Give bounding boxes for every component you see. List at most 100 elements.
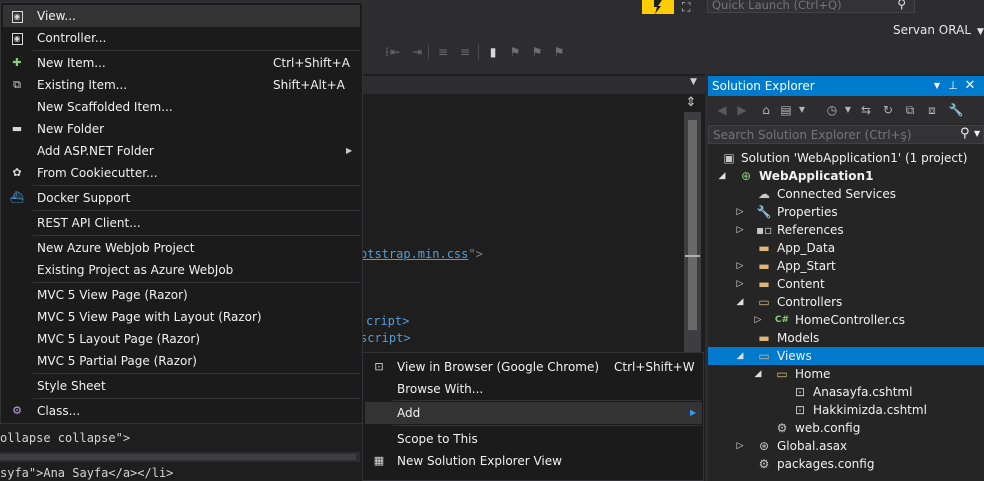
code-line: script> xyxy=(360,331,411,345)
uncomment-icon[interactable]: ≡ xyxy=(458,45,472,59)
collapse-arrow-icon[interactable]: ◢ xyxy=(735,295,745,309)
tree-item-app-start[interactable]: ▷ ▬ App_Start xyxy=(708,257,984,275)
panel-title: Solution Explorer xyxy=(712,79,815,93)
search-icon[interactable]: ⚲ xyxy=(897,0,906,11)
menu-item-new-solution-explorer-view[interactable]: ▦ New Solution Explorer View xyxy=(363,450,703,472)
home-icon[interactable]: ⌂ xyxy=(758,102,774,118)
sync-with-document-icon[interactable]: ⇆ xyxy=(858,102,874,118)
tree-item-project[interactable]: ◢ ⊕ WebApplication1 xyxy=(708,167,984,185)
menu-item-add-aspnet-folder[interactable]: Add ASP.NET Folder ▶ xyxy=(1,140,362,162)
solution-explorer-search-input[interactable] xyxy=(713,127,953,142)
tree-item-controllers[interactable]: ◢ ▭ Controllers xyxy=(708,293,984,311)
menu-item-label: MVC 5 View Page with Layout (Razor) xyxy=(37,310,262,324)
switch-views-icon[interactable]: ▤ xyxy=(778,102,794,118)
menu-item-class[interactable]: ⚙ Class... xyxy=(1,400,362,422)
expand-arrow-icon[interactable]: ▷ xyxy=(735,439,745,453)
account-icon[interactable]: ⛶ xyxy=(682,0,702,14)
feedback-badge[interactable] xyxy=(642,0,674,14)
collapse-all-icon[interactable]: ⧉ xyxy=(902,102,918,118)
search-icon[interactable]: ⚲ xyxy=(960,126,970,141)
pending-changes-filter-icon[interactable]: ◷ xyxy=(824,102,840,118)
properties-icon[interactable]: 🔧 xyxy=(948,102,964,118)
tree-item-homecontroller[interactable]: ▷ C# HomeController.cs xyxy=(708,311,984,329)
tree-item-label: Models xyxy=(777,331,820,345)
tree-item-web-config[interactable]: ⚙ web.config xyxy=(708,419,984,437)
pin-icon[interactable]: ⊥ xyxy=(946,78,960,94)
tab-list-dropdown-icon[interactable]: ▼ xyxy=(690,77,697,87)
comment-out-icon[interactable]: ≡ xyxy=(436,45,450,59)
forward-icon[interactable]: ▶ xyxy=(734,102,750,118)
window-position-dropdown-icon[interactable]: ▼ xyxy=(930,78,944,94)
solution-explorer-search[interactable]: ⚲ ▼ xyxy=(708,125,984,144)
close-icon[interactable]: ✕ xyxy=(963,78,977,94)
menu-item-mvc5-view-page-with-layout[interactable]: MVC 5 View Page with Layout (Razor) xyxy=(1,306,362,328)
tree-item-connected-services[interactable]: ☁ Connected Services xyxy=(708,185,984,203)
chevron-down-icon[interactable]: ▼ xyxy=(794,102,810,118)
show-all-files-icon[interactable]: ⧈ xyxy=(924,102,940,118)
menu-item-new-folder[interactable]: ▬ New Folder xyxy=(1,118,362,140)
expand-arrow-icon[interactable]: ▷ xyxy=(735,277,745,291)
tree-item-hakkimizda[interactable]: ⊡ Hakkimizda.cshtml xyxy=(708,401,984,419)
tree-item-packages-config[interactable]: ⚙ packages.config xyxy=(708,455,984,473)
menu-item-browse-with[interactable]: Browse With... xyxy=(363,378,703,400)
tree-item-properties[interactable]: ▷ 🔧 Properties xyxy=(708,203,984,221)
tree-item-home[interactable]: ◢ ▭ Home xyxy=(708,365,984,383)
tree-item-models[interactable]: ▬ Models xyxy=(708,329,984,347)
refresh-icon[interactable]: ↻ xyxy=(880,102,896,118)
tree-item-content[interactable]: ▷ ▬ Content xyxy=(708,275,984,293)
menu-item-mvc5-layout-page[interactable]: MVC 5 Layout Page (Razor) xyxy=(1,328,362,350)
menu-item-new-azure-webjob-project[interactable]: New Azure WebJob Project xyxy=(1,237,362,259)
menu-item-view-in-browser[interactable]: ⊡ View in Browser (Google Chrome) Ctrl+S… xyxy=(363,356,703,378)
tree-item-views[interactable]: ◢ ▭ Views xyxy=(708,347,984,365)
menu-item-from-cookiecutter[interactable]: ✿ From Cookiecutter... xyxy=(1,162,362,184)
collapse-arrow-icon[interactable]: ◢ xyxy=(753,367,763,381)
tree-item-app-data[interactable]: ▬ App_Data xyxy=(708,239,984,257)
outdent-icon[interactable]: ⇤ xyxy=(388,45,402,59)
tree-item-references[interactable]: ▷ ▪▫ References xyxy=(708,221,984,239)
expand-arrow-icon[interactable]: ▷ xyxy=(735,205,745,219)
chevron-down-icon[interactable]: ▼ xyxy=(974,129,980,138)
quick-launch[interactable]: ⚲ xyxy=(707,0,915,13)
menu-item-docker-support[interactable]: ⛴ Docker Support xyxy=(1,187,362,209)
expand-arrow-icon[interactable]: ▷ xyxy=(735,259,745,273)
quick-launch-input[interactable] xyxy=(712,0,887,12)
indent-icon[interactable]: ⇥ xyxy=(410,45,424,59)
menu-item-existing-project-as-azure-webjob[interactable]: Existing Project as Azure WebJob xyxy=(1,259,362,281)
menu-item-label: REST API Client... xyxy=(37,216,141,230)
menu-item-mvc5-partial-page[interactable]: MVC 5 Partial Page (Razor) xyxy=(1,350,362,372)
user-account[interactable]: Servan ORAL ▼ xyxy=(893,23,984,37)
tree-item-global-asax[interactable]: ▷ ⊛ Global.asax xyxy=(708,437,984,455)
expand-arrow-icon[interactable]: ▷ xyxy=(753,313,763,327)
split-editor-icon[interactable]: ⇕ xyxy=(684,96,698,110)
scrollbar-thumb[interactable] xyxy=(0,454,356,460)
collapse-arrow-icon[interactable]: ◢ xyxy=(717,169,727,183)
razor-file-icon: ⊡ xyxy=(794,385,806,399)
scrollbar-thumb[interactable] xyxy=(688,120,697,330)
code-line: otstrap.min.css"> xyxy=(360,247,483,261)
menu-item-new-item[interactable]: ✚ New Item... Ctrl+Shift+A xyxy=(1,52,362,74)
next-bookmark-icon[interactable]: ⚑ xyxy=(530,45,544,59)
menu-item-label: Browse With... xyxy=(397,382,484,396)
menu-item-view[interactable]: ◉ View... xyxy=(3,5,360,27)
tree-item-label: Controllers xyxy=(777,295,843,309)
prev-bookmark-icon[interactable]: ⚑ xyxy=(508,45,522,59)
chevron-down-icon[interactable]: ▼ xyxy=(840,102,856,118)
tree-item-anasayfa[interactable]: ⊡ Anasayfa.cshtml xyxy=(708,383,984,401)
menu-item-mvc5-view-page[interactable]: MVC 5 View Page (Razor) xyxy=(1,284,362,306)
collapse-arrow-icon[interactable]: ◢ xyxy=(735,349,745,363)
menu-item-style-sheet[interactable]: Style Sheet xyxy=(1,375,362,397)
menu-item-rest-api-client[interactable]: REST API Client... xyxy=(1,212,362,234)
menu-item-scope-to-this[interactable]: Scope to This xyxy=(363,428,703,450)
tree-item-solution[interactable]: ▣ Solution 'WebApplication1' (1 project) xyxy=(708,149,984,167)
expand-arrow-icon[interactable]: ▷ xyxy=(735,223,745,237)
back-icon[interactable]: ◀ xyxy=(714,102,730,118)
menu-item-controller[interactable]: ◉ Controller... xyxy=(1,27,362,49)
bookmark-icon[interactable]: ▮ xyxy=(486,45,500,59)
menu-item-shortcut: Ctrl+Shift+W xyxy=(614,360,695,374)
menu-item-existing-item[interactable]: ⧉ Existing Item... Shift+Alt+A xyxy=(1,74,362,96)
menu-item-add[interactable]: Add ▶ xyxy=(365,402,702,424)
solution-explorer-title-bar[interactable]: Solution Explorer ▼ ⊥ ✕ xyxy=(708,76,984,96)
menu-item-label: New Folder xyxy=(37,122,105,136)
clear-bookmarks-icon[interactable]: ⚑ xyxy=(552,45,566,59)
menu-item-new-scaffolded-item[interactable]: New Scaffolded Item... xyxy=(1,96,362,118)
